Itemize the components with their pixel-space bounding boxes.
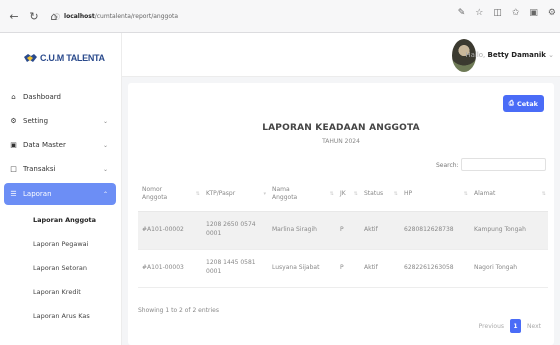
list-icon: ☰ (10, 190, 17, 198)
members-table: Nomor Anggota ⇅ KTP/Paspr ▾ Nama Anggota ⇅ … (138, 177, 548, 288)
column-header-status[interactable]: Status ⇅ (360, 177, 400, 212)
chevron-down-icon: ⌄ (102, 141, 108, 149)
cell-alamat: Nagori Tongah (470, 249, 548, 288)
sidebar-item-label: Dashboard (23, 93, 61, 101)
greeting-text: Hallo, (465, 51, 486, 59)
cell-nomor-anggota: #A101-00003 (138, 249, 202, 288)
chevron-down-icon: ⌄ (102, 165, 108, 173)
address-bar[interactable]: ⓘ localhost /cumtalenta/report/anggota (54, 8, 178, 24)
cell-ktp: 1208 1445 0581 0001 (202, 249, 268, 288)
url-host: localhost (64, 12, 95, 20)
sort-icon: ⇅ (195, 191, 200, 197)
cell-nomor-anggota: #A101-00002 (138, 211, 202, 250)
sidebar-item-label: Setting (23, 117, 49, 125)
report-card: ⎙ Cetak LAPORAN KEADAAN ANGGOTA TAHUN 20… (128, 83, 554, 345)
sidebar-item-label: Transaksi (23, 165, 56, 173)
cell-status: Aktif (360, 211, 400, 250)
cell-jk: P (336, 211, 360, 250)
sidebar-subitem-laporan-arus-kas[interactable]: Laporan Arus Kas (0, 304, 122, 328)
report-title: LAPORAN KEADAAN ANGGOTA (262, 123, 420, 133)
cell-nama-anggota: Lusyana Sijabat (268, 249, 336, 288)
user-menu[interactable]: Hallo, Betty Damanik ⌄ (465, 51, 554, 59)
browser-toolbar: ← ↻ ⌂ ⓘ localhost /cumtalenta/report/ang… (0, 0, 560, 33)
star-icon[interactable]: ☆ (475, 8, 483, 18)
sort-icon: ⇅ (353, 191, 358, 197)
sidebar-item-laporan[interactable]: ☰ Laporan ⌃ (4, 183, 116, 205)
sidebar-item-label: Laporan (23, 190, 52, 198)
sidebar-subitem-laporan-setoran[interactable]: Laporan Setoran (0, 256, 122, 280)
pagination: Previous 1 Next (476, 319, 544, 333)
reload-icon[interactable]: ↻ (26, 8, 42, 24)
column-header-nomor-anggota[interactable]: Nomor Anggota ⇅ (138, 177, 202, 212)
table-row: #A101-00002 1208 2650 0574 0001 Marlina … (138, 211, 548, 250)
page-button-1[interactable]: 1 (510, 319, 522, 333)
sidebar-item-data-master[interactable]: ▣ Data Master ⌄ (0, 133, 122, 157)
brand-logo[interactable]: C.U.M TALENTA (24, 53, 105, 63)
extension-icon[interactable]: ⚙ (548, 8, 556, 18)
document-icon: □ (10, 165, 17, 173)
chevron-down-icon: ⌄ (102, 117, 108, 125)
cell-status: Aktif (360, 249, 400, 288)
translate-icon[interactable]: ✎ (458, 8, 466, 18)
entries-info: Showing 1 to 2 of 2 entries (138, 307, 219, 314)
sidebar-menu: ⌂ Dashboard ⚙ Setting ⌄ ▣ Data Master ⌄ … (0, 85, 122, 328)
database-icon: ▣ (10, 141, 17, 149)
sidebar-item-label: Data Master (23, 141, 66, 149)
chevron-down-icon: ⌄ (548, 51, 554, 59)
column-header-nama-anggota[interactable]: Nama Anggota ⇅ (268, 177, 336, 212)
sort-icon: ⇅ (463, 191, 468, 197)
column-header-hp[interactable]: HP ⇅ (400, 177, 470, 212)
column-header-alamat[interactable]: Alamat ⇅ (470, 177, 548, 212)
info-icon: ⓘ (54, 13, 61, 21)
sort-icon: ⇅ (329, 191, 334, 197)
cell-ktp: 1208 2650 0574 0001 (202, 211, 268, 250)
sidebar-subitem-laporan-anggota[interactable]: Laporan Anggota (0, 208, 122, 232)
chevron-up-icon: ⌃ (102, 190, 108, 198)
collections-icon[interactable]: ▣ (529, 8, 538, 18)
print-button-label: Cetak (517, 99, 538, 108)
sort-icon: ⇅ (393, 191, 398, 197)
sidebar: C.U.M TALENTA ⌂ Dashboard ⚙ Setting ⌄ ▣ … (0, 33, 122, 345)
split-view-icon[interactable]: ◫ (493, 8, 502, 18)
cell-hp: 6282261263058 (400, 249, 470, 288)
top-header: Hallo, Betty Damanik ⌄ (122, 33, 560, 77)
search-label: Search: (436, 162, 459, 169)
favorites-icon[interactable]: ✩ (512, 8, 520, 18)
sort-icon: ▾ (263, 191, 266, 197)
sidebar-subitem-laporan-pegawai[interactable]: Laporan Pegawai (0, 232, 122, 256)
brand-name: C.U.M TALENTA (40, 53, 105, 63)
sidebar-subitem-laporan-kredit[interactable]: Laporan Kredit (0, 280, 122, 304)
user-name: Betty Damanik (487, 51, 546, 59)
column-header-jk[interactable]: JK ⇅ (336, 177, 360, 212)
sidebar-item-transaksi[interactable]: □ Transaksi ⌄ (0, 157, 122, 181)
url-path: /cumtalenta/report/anggota (94, 12, 179, 20)
laporan-submenu: Laporan Anggota Laporan Pegawai Laporan … (0, 208, 122, 328)
sidebar-item-dashboard[interactable]: ⌂ Dashboard (0, 85, 122, 109)
column-header-ktp[interactable]: KTP/Paspr ▾ (202, 177, 268, 212)
cell-alamat: Kampung Tongah (470, 211, 548, 250)
handshake-icon (24, 54, 37, 62)
cell-hp: 6280812628738 (400, 211, 470, 250)
cell-jk: P (336, 249, 360, 288)
gear-icon: ⚙ (10, 117, 17, 125)
search-input[interactable] (461, 158, 546, 171)
table-row: #A101-00003 1208 1445 0581 0001 Lusyana … (138, 249, 548, 288)
table-header-row: Nomor Anggota ⇅ KTP/Paspr ▾ Nama Anggota ⇅ … (138, 177, 548, 212)
sidebar-item-setting[interactable]: ⚙ Setting ⌄ (0, 109, 122, 133)
printer-icon: ⎙ (508, 99, 514, 107)
report-year: TAHUN 2024 (322, 138, 360, 145)
back-arrow-icon[interactable]: ← (6, 8, 22, 24)
sort-icon: ⇅ (541, 191, 546, 197)
next-page-button[interactable]: Next (524, 319, 544, 333)
cell-nama-anggota: Marlina Siragih (268, 211, 336, 250)
home-icon: ⌂ (11, 93, 16, 101)
previous-page-button[interactable]: Previous (476, 319, 507, 333)
print-button[interactable]: ⎙ Cetak (502, 95, 544, 112)
